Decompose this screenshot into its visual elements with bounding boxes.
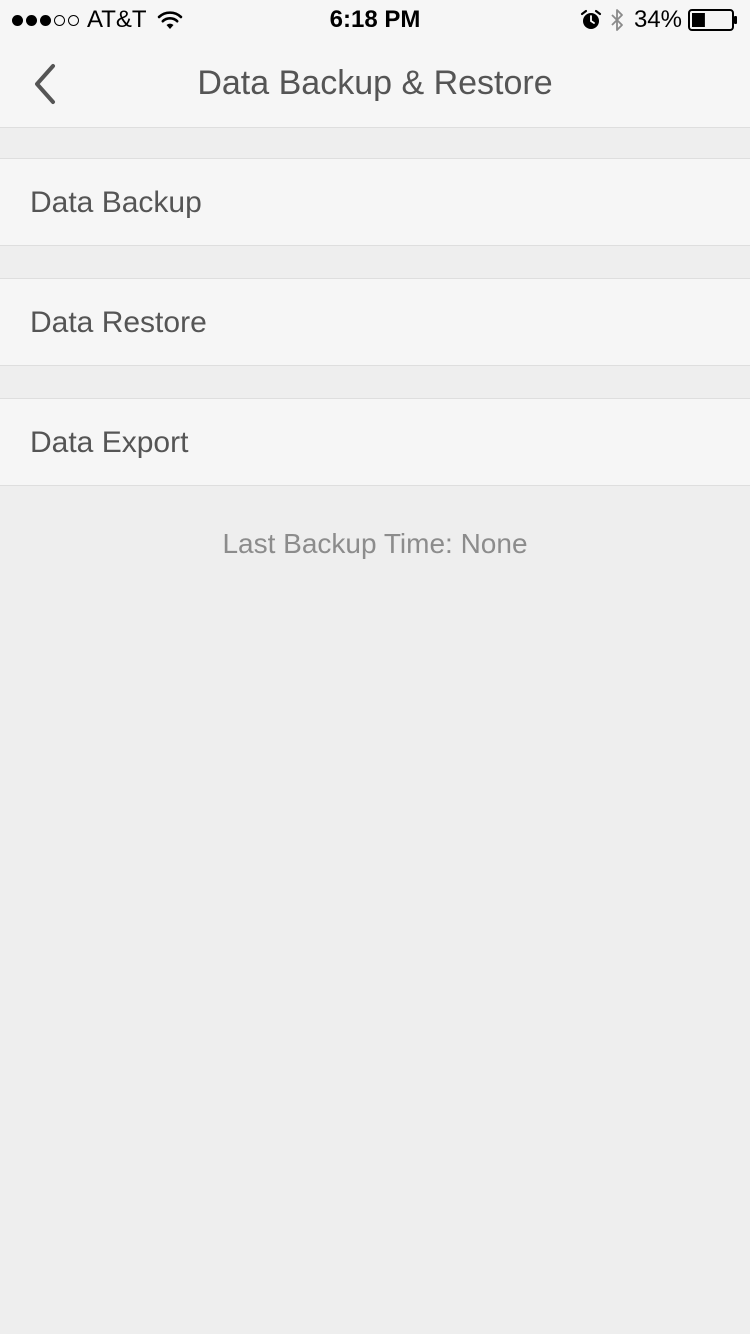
page-title: Data Backup & Restore	[197, 64, 553, 102]
alarm-icon	[580, 9, 602, 29]
data-export-label: Data Export	[30, 426, 189, 459]
battery-icon	[688, 9, 737, 31]
data-restore-row[interactable]: Data Restore	[0, 278, 750, 366]
data-export-row[interactable]: Data Export	[0, 398, 750, 486]
bluetooth-icon	[611, 9, 623, 31]
data-restore-label: Data Restore	[30, 306, 207, 339]
status-bar: AT&T 6:18 PM 34%	[0, 0, 750, 40]
status-bar-right: 34%	[580, 6, 738, 34]
data-backup-label: Data Backup	[30, 186, 202, 219]
battery-percentage: 34%	[633, 6, 682, 33]
data-backup-row[interactable]: Data Backup	[0, 158, 750, 246]
navigation-bar: Data Backup & Restore	[0, 40, 750, 128]
last-backup-time: Last Backup Time: None	[222, 528, 528, 559]
